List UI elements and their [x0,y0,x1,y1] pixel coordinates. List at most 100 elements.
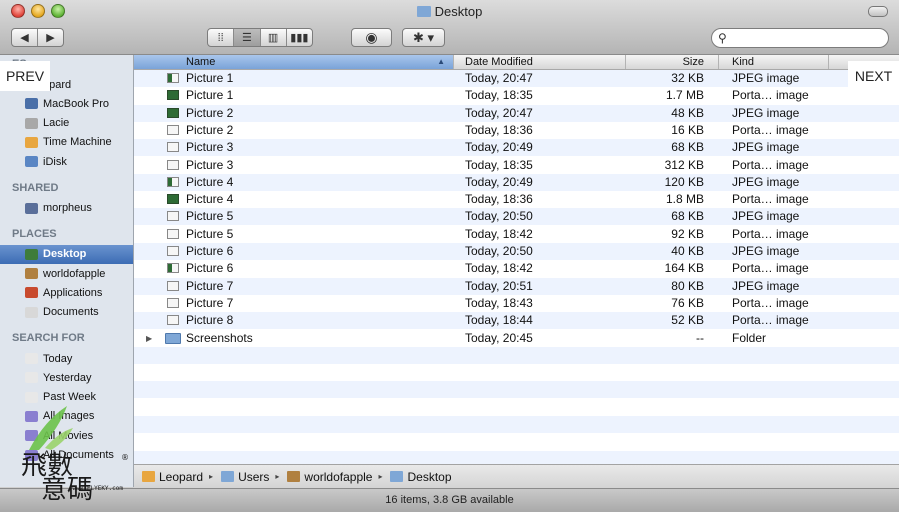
file-size: 52 KB [671,313,704,328]
file-date: Today, 20:49 [465,174,533,189]
image-thumbnail-icon [167,73,179,83]
file-date: Today, 20:50 [465,209,533,224]
file-kind: JPEG image [732,105,800,120]
list-view-button[interactable]: ☰ [234,29,261,46]
file-name: Picture 4 [186,174,234,189]
file-row[interactable]: Picture 2 Today, 20:47 48 KB JPEG image [134,104,899,122]
file-row[interactable]: Picture 7 Today, 20:51 80 KB JPEG image [134,277,899,295]
sidebar-item-label: Applications [43,286,103,299]
file-size: 92 KB [671,226,704,241]
documents-icon [25,306,38,318]
sidebar-item-label: worldofapple [43,267,106,280]
sidebar-item-yesterday[interactable]: Yesterday [0,368,133,387]
quick-look-button[interactable]: ◉ [351,28,392,47]
file-row[interactable]: Picture 6 Today, 20:50 40 KB JPEG image [134,243,899,260]
sidebar-item-today[interactable]: Today [0,349,133,368]
image-thumbnail-icon [167,211,179,222]
sidebar-item-idisk[interactable]: iDisk [0,152,133,171]
column-size-header[interactable]: Size [626,55,719,69]
search-field[interactable]: ⚲ [711,28,889,48]
search-input[interactable] [734,30,888,48]
file-size: 68 KB [671,209,704,224]
file-row[interactable]: Picture 8 Today, 18:44 52 KB Porta… image [134,312,899,330]
column-date-label: Date Modified [465,56,533,68]
path-crumb-leopard[interactable]: Leopard ▸ [142,470,213,484]
path-bar: Leopard ▸ Users ▸ worldofapple ▸ Desktop [134,464,899,488]
file-row[interactable]: Picture 1 Today, 20:47 32 KB JPEG image [134,70,899,87]
folder-icon [390,471,404,482]
sidebar-item-label: iDisk [43,155,67,168]
file-kind: Porta… image [732,261,809,276]
watermark-url: www.FLYEKY.com [72,485,123,492]
file-size: 1.7 MB [665,88,704,103]
file-name: Picture 7 [186,295,234,310]
sidebar-item-documents[interactable]: Documents [0,303,133,322]
file-size: 68 KB [671,140,704,155]
watermark-logo: 飛數 意碼 ® www.FLYEKY.com [21,406,129,504]
sidebar-item-morpheus[interactable]: morpheus [0,199,133,218]
laptop-icon [25,98,38,110]
file-row[interactable]: Picture 3 Today, 18:35 312 KB Porta… image [134,157,899,174]
file-kind: JPEG image [732,209,800,224]
disclosure-triangle-icon[interactable]: ▶ [146,330,152,347]
back-button[interactable]: ◀ [12,31,37,44]
sidebar-item-label: morpheus [43,202,92,214]
path-crumb-users[interactable]: Users ▸ [221,470,279,484]
sidebar-section-header[interactable]: PLACES [12,228,57,240]
file-row[interactable]: Picture 6 Today, 18:42 164 KB Porta… image [134,260,899,277]
file-row[interactable]: Picture 4 Today, 20:49 120 KB JPEG image [134,173,899,191]
folder-icon [221,471,235,482]
column-header: Name ▲ Date Modified Size Kind [134,55,899,70]
file-row[interactable]: Picture 4 Today, 18:36 1.8 MB Porta… image [134,191,899,208]
toolbar-toggle-button[interactable] [868,6,888,17]
desktop-icon [25,248,38,260]
next-button[interactable]: NEXT [848,61,899,91]
sidebar-item-label: Today [43,352,73,365]
empty-row [134,450,899,464]
action-menu-button[interactable]: ✱ ▾ [402,28,445,47]
path-crumb-worldofapple[interactable]: worldofapple ▸ [287,470,382,484]
column-date-header[interactable]: Date Modified [454,55,626,69]
image-thumbnail-icon [167,176,179,187]
file-date: Today, 18:42 [465,261,533,276]
file-name: Picture 2 [186,122,234,137]
prev-button[interactable]: PREV [0,61,50,91]
folder-row[interactable]: ▶ Screenshots Today, 20:45 -- Folder [134,330,899,347]
file-name: Screenshots [186,330,253,345]
coverflow-view-button[interactable]: ▮▮▮ [287,29,312,46]
file-row[interactable]: Picture 2 Today, 18:36 16 KB Porta… image [134,122,899,139]
sort-ascending-icon: ▲ [437,57,445,66]
file-name: Picture 6 [186,261,234,276]
image-thumbnail-icon [167,124,179,135]
sidebar-item-worldofapple[interactable]: worldofapple [0,264,133,283]
sidebar-item-desktop[interactable]: Desktop [0,244,133,264]
image-thumbnail-icon [167,107,179,118]
sidebar-section-header[interactable]: SHARED [12,182,58,194]
column-kind-header[interactable]: Kind [719,55,829,69]
file-name: Picture 4 [186,192,234,207]
empty-row [134,399,899,416]
sidebar-item-macbook-pro[interactable]: MacBook Pro [0,94,133,113]
file-row[interactable]: Picture 1 Today, 18:35 1.7 MB Porta… image [134,87,899,104]
file-date: Today, 18:44 [465,313,533,328]
path-crumb-desktop[interactable]: Desktop [390,470,452,484]
file-size: 1.8 MB [665,192,704,207]
forward-button[interactable]: ▶ [38,31,63,44]
column-name-header[interactable]: Name ▲ [134,55,454,69]
sidebar-item-time-machine[interactable]: Time Machine [0,133,133,152]
sidebar-section-header[interactable]: SEARCH FOR [12,332,85,344]
path-separator-icon: ▸ [378,472,383,481]
icon-view-button[interactable]: ⁞⁞ [208,29,235,46]
file-row[interactable]: Picture 5 Today, 18:42 92 KB Porta… image [134,226,899,243]
path-crumb-label: Leopard [159,469,204,484]
empty-row [134,346,899,364]
file-row[interactable]: Picture 3 Today, 20:49 68 KB JPEG image [134,139,899,157]
title-bar: Desktop ◀ ▶ ⁞⁞ ☰ ▥ ▮▮▮ ◉ ✱ ▾ ⚲ [0,0,899,55]
file-size: 40 KB [671,244,704,258]
file-row[interactable]: Picture 5 Today, 20:50 68 KB JPEG image [134,208,899,226]
file-row[interactable]: Picture 7 Today, 18:43 76 KB Porta… image [134,295,899,312]
sidebar-item-lacie[interactable]: Lacie [0,114,133,133]
sidebar-item-applications[interactable]: Applications [0,283,133,302]
path-crumb-label: worldofapple [304,469,373,484]
column-view-button[interactable]: ▥ [261,29,287,46]
